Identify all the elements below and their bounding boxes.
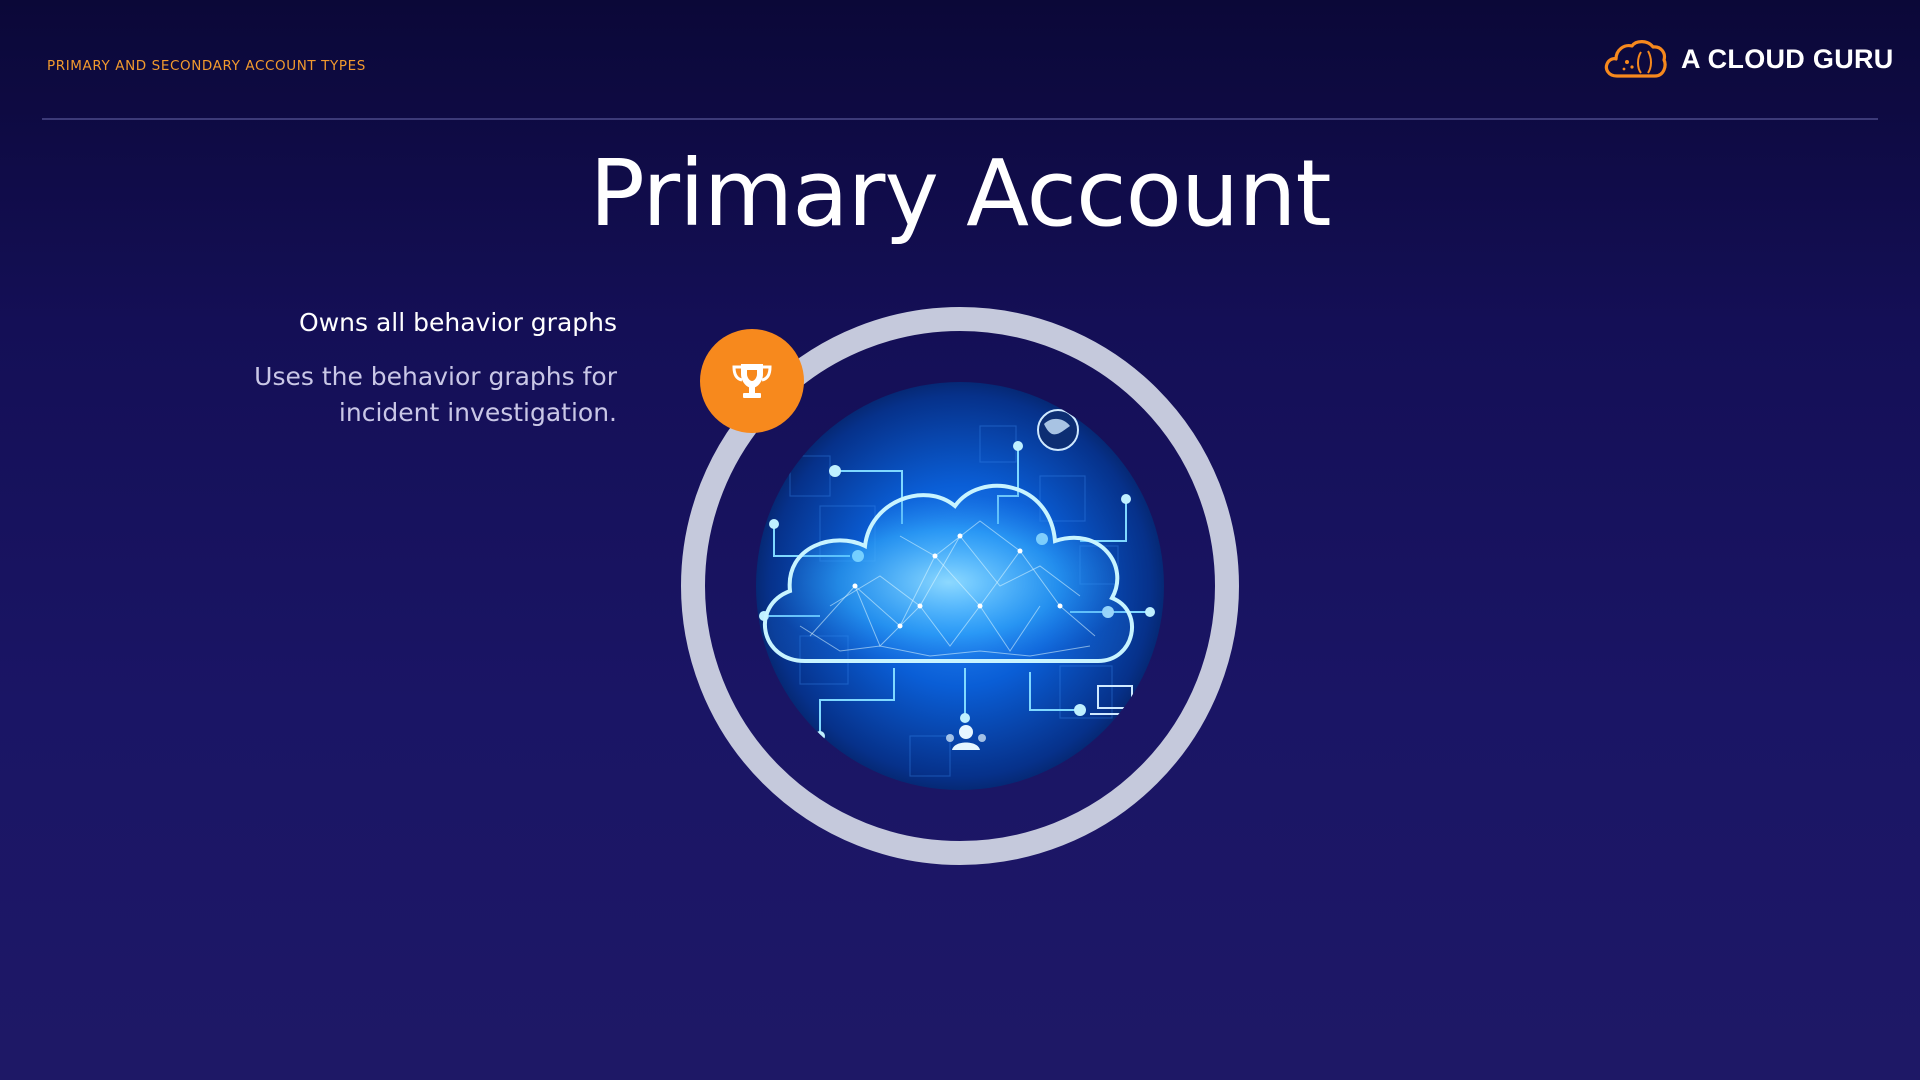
breadcrumb: PRIMARY AND SECONDARY ACCOUNT TYPES (47, 58, 366, 74)
brand-logo: A CLOUD GURU (1603, 38, 1894, 80)
slide-title: Primary Account (589, 140, 1331, 247)
header-divider (42, 118, 1878, 120)
brand-name: A CLOUD GURU (1681, 43, 1894, 74)
trophy-icon (732, 364, 772, 398)
point-body-line: Uses the behavior graphs for (254, 362, 617, 391)
cloud-logo-icon (1604, 40, 1667, 78)
trophy-badge (700, 329, 804, 433)
point-body: Uses the behavior graphs for incident in… (254, 359, 617, 431)
point-body-line: incident investigation. (338, 398, 617, 427)
point-heading: Owns all behavior graphs (299, 308, 617, 337)
description-block: Owns all behavior graphs Uses the behavi… (254, 308, 617, 431)
globe-icon (1037, 409, 1079, 451)
